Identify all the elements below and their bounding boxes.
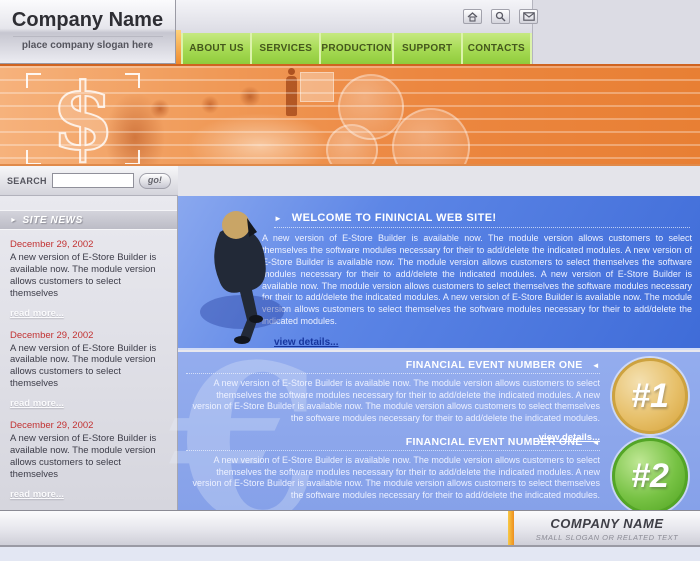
viewfinder-corner	[125, 73, 140, 88]
event-text: A new version of E-Store Builder is avai…	[186, 455, 600, 502]
welcome-title: WELCOME TO FININCIAL WEB SITE!	[292, 212, 497, 224]
viewfinder-corner	[125, 150, 140, 165]
header-icons	[463, 9, 538, 24]
search-go-button[interactable]: go!	[139, 173, 171, 189]
nav-tab-services[interactable]: SERVICES	[252, 33, 321, 64]
site-news-header: ► SITE NEWS	[0, 210, 177, 230]
event-block-2: FINANCIAL EVENT NUMBER ONE ◄ A new versi…	[186, 436, 600, 520]
businessman-photo	[190, 200, 290, 346]
news-text: A new version of E-Store Builder is avai…	[10, 343, 167, 391]
logo-divider	[13, 36, 163, 37]
news-text: A new version of E-Store Builder is avai…	[10, 252, 167, 300]
read-more-link[interactable]: read more...	[10, 308, 64, 319]
dollar-sign-graphic: $	[26, 69, 140, 165]
bottom-strip	[0, 545, 700, 561]
hero-banner: $	[0, 64, 700, 166]
logo-box: Company Name place company slogan here	[0, 0, 176, 64]
company-slogan: place company slogan here	[0, 40, 175, 51]
read-more-link[interactable]: read more...	[10, 489, 64, 500]
main-nav: ABOUT US SERVICES PRODUCTION SUPPORT CON…	[181, 33, 532, 64]
news-item: December 29, 2002 A new version of E-Sto…	[0, 411, 177, 502]
nav-tab-production[interactable]: PRODUCTION	[321, 33, 393, 64]
search-bar: SEARCH go!	[0, 166, 178, 196]
arrow-right-icon: ►	[10, 217, 18, 224]
nav-tab-contacts[interactable]: CONTACTS	[463, 33, 532, 64]
mail-icon[interactable]	[519, 9, 538, 24]
read-more-link[interactable]: read more...	[10, 398, 64, 409]
arrow-left-icon: ◄	[592, 361, 600, 370]
footer-slogan: SMALL SLOGAN OR RELATED TEXT	[514, 533, 700, 542]
event-badge-1[interactable]: #1	[612, 358, 688, 434]
company-name: Company Name	[0, 9, 175, 32]
arrow-left-icon: ◄	[592, 438, 600, 447]
search-input[interactable]	[52, 173, 134, 188]
news-date: December 29, 2002	[10, 239, 167, 250]
main-content: ► WELCOME TO FININCIAL WEB SITE! A new v…	[178, 196, 700, 510]
event-title: FINANCIAL EVENT NUMBER ONE	[406, 359, 583, 371]
footer-branding: COMPANY NAME SMALL SLOGAN OR RELATED TEX…	[514, 511, 700, 545]
news-item: December 29, 2002 A new version of E-Sto…	[0, 321, 177, 412]
events-section: € FINANCIAL EVENT NUMBER ONE ◄ A new ver…	[178, 352, 700, 510]
event-heading: FINANCIAL EVENT NUMBER ONE ◄	[186, 436, 600, 451]
footer-company-name: COMPANY NAME	[514, 516, 700, 531]
welcome-text: A new version of E-Store Builder is avai…	[262, 233, 692, 328]
viewfinder-corner	[26, 73, 41, 88]
event-title: FINANCIAL EVENT NUMBER ONE	[406, 436, 583, 448]
event-heading: FINANCIAL EVENT NUMBER ONE ◄	[186, 359, 600, 374]
page: Company Name place company slogan here A…	[0, 0, 700, 561]
nav-tab-about-us[interactable]: ABOUT US	[181, 33, 252, 64]
welcome-section: ► WELCOME TO FININCIAL WEB SITE! A new v…	[178, 196, 700, 350]
site-news-title: SITE NEWS	[23, 215, 83, 226]
search-icon[interactable]	[491, 9, 510, 24]
footer: COMPANY NAME SMALL SLOGAN OR RELATED TEX…	[0, 510, 700, 545]
event-badge-2[interactable]: #2	[612, 438, 688, 514]
home-icon[interactable]	[463, 9, 482, 24]
header-right-panel	[532, 0, 700, 64]
viewfinder-corner	[26, 150, 41, 165]
news-date: December 29, 2002	[10, 330, 167, 341]
event-block-1: FINANCIAL EVENT NUMBER ONE ◄ A new versi…	[186, 359, 600, 443]
nav-tab-support[interactable]: SUPPORT	[394, 33, 463, 64]
news-text: A new version of E-Store Builder is avai…	[10, 433, 167, 481]
sidebar: ► SITE NEWS December 29, 2002 A new vers…	[0, 196, 178, 510]
texture-strip	[178, 166, 700, 196]
welcome-heading: ► WELCOME TO FININCIAL WEB SITE!	[274, 212, 690, 228]
event-text: A new version of E-Store Builder is avai…	[186, 378, 600, 425]
search-label: SEARCH	[7, 176, 47, 186]
news-item: December 29, 2002 A new version of E-Sto…	[0, 230, 177, 321]
dollar-symbol: $	[26, 69, 140, 165]
news-date: December 29, 2002	[10, 420, 167, 431]
